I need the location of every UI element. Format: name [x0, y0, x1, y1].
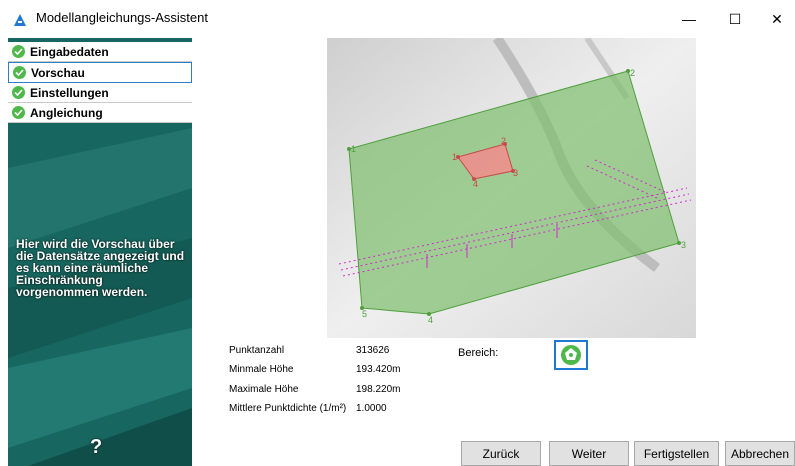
help-icon[interactable]: ? [90, 436, 102, 459]
step-einstellungen[interactable]: Einstellungen [8, 83, 192, 103]
step-angleichung[interactable]: Angleichung [8, 103, 192, 123]
green-vertex-label: 4 [428, 315, 433, 325]
step-eingabedaten[interactable]: Eingabedaten [8, 42, 192, 62]
cancel-button[interactable]: Abbrechen [725, 441, 795, 466]
red-vertex-label: 4 [473, 179, 478, 189]
maximize-button[interactable]: ☐ [712, 0, 758, 38]
area-select-icon [561, 345, 581, 365]
check-icon [12, 106, 25, 119]
step-vorschau[interactable]: Vorschau [8, 62, 192, 83]
back-button[interactable]: Zurück [461, 441, 541, 466]
red-vertex-label: 2 [501, 136, 506, 146]
app-icon [14, 14, 26, 26]
green-vertex-label: 3 [681, 240, 686, 250]
green-vertex-label: 1 [351, 144, 356, 154]
stat-value-min-height: 193.420m [356, 364, 401, 375]
close-button[interactable]: ✕ [754, 0, 795, 38]
minimize-button[interactable]: — [666, 0, 712, 38]
title-bar: Modellangleichungs-Assistent — ☐ ✕ [0, 0, 795, 38]
stat-value-point-density: 1.0000 [356, 403, 387, 414]
red-vertex-label: 3 [513, 168, 518, 178]
wizard-sidebar: Eingabedaten Vorschau Einstellungen Angl… [8, 38, 192, 466]
check-icon [12, 45, 25, 58]
window-title: Modellangleichungs-Assistent [36, 10, 208, 25]
step-label: Angleichung [30, 105, 103, 120]
stat-value-point-count: 313626 [356, 345, 390, 356]
step-label: Vorschau [31, 65, 85, 80]
check-icon [13, 66, 26, 79]
step-description: Hier wird die Vorschau über die Datensät… [16, 237, 185, 299]
check-icon [12, 86, 25, 99]
stat-label-point-density: Mittlere Punktdichte (1/m²) [229, 403, 347, 414]
preview-map[interactable]: 1 2 3 4 5 1 2 3 4 [327, 38, 696, 338]
stat-value-max-height: 198.220m [356, 384, 401, 395]
bereich-select-button[interactable] [554, 340, 588, 370]
finish-button[interactable]: Fertigstellen [634, 441, 719, 466]
next-button[interactable]: Weiter [549, 441, 629, 466]
step-label: Einstellungen [30, 85, 109, 100]
red-vertex-label: 1 [452, 152, 457, 162]
stat-label-max-height: Maximale Höhe [229, 384, 299, 395]
bereich-label: Bereich: [458, 347, 499, 359]
stat-label-point-count: Punktanzahl [229, 345, 285, 356]
step-label: Eingabedaten [30, 44, 109, 59]
green-vertex-label: 2 [630, 68, 635, 78]
wizard-steps: Eingabedaten Vorschau Einstellungen Angl… [8, 42, 192, 123]
stat-label-min-height: Minmale Höhe [229, 364, 294, 375]
green-vertex-label: 5 [362, 309, 367, 319]
preview-canvas[interactable]: 1 2 3 4 5 1 2 3 4 [327, 38, 696, 338]
